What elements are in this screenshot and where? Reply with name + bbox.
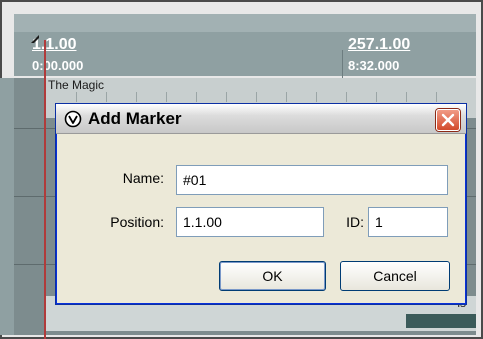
position-input[interactable]: 1.1.00 [176, 207, 324, 237]
app-icon [64, 110, 82, 128]
name-input[interactable]: #01 [176, 165, 448, 195]
waveform [406, 314, 476, 328]
ruler-positions: 1.1.00 0:00.000 257.1.00 8:32.000 [14, 32, 476, 94]
edit-cursor-line [44, 40, 46, 339]
marker-time-label: 8:32.000 [348, 58, 400, 73]
start-time-label: 0:00.000 [32, 58, 84, 73]
name-label: Name: [122, 170, 164, 186]
cancel-button[interactable]: Cancel [340, 261, 450, 291]
media-item-label: The Magic [48, 78, 105, 92]
grid-tick [316, 92, 317, 102]
ok-button[interactable]: OK [219, 261, 326, 291]
close-button[interactable] [436, 109, 460, 131]
grid-tick [256, 92, 257, 102]
grid-tick [346, 92, 347, 102]
add-marker-dialog: Add Marker Name: #01 Position: 1.1.00 ID… [55, 103, 467, 305]
close-icon [441, 113, 455, 127]
grid-tick [376, 92, 377, 102]
grid-tick [106, 92, 107, 102]
grid-tick [76, 92, 77, 102]
grid-tick [196, 92, 197, 102]
grid-tick [166, 92, 167, 102]
grid-tick [286, 92, 287, 102]
id-label: ID: [346, 214, 364, 230]
ruler-header [14, 14, 476, 32]
dialog-titlebar[interactable]: Add Marker [56, 104, 466, 134]
track-panel-strip[interactable] [0, 78, 14, 335]
grid-tick [136, 92, 137, 102]
timeline-ruler[interactable]: 1.1.00 0:00.000 257.1.00 8:32.000 [14, 14, 476, 94]
dialog-title: Add Marker [88, 109, 182, 128]
marker-beat-label: 257.1.00 [348, 36, 411, 53]
grid-tick [436, 92, 437, 102]
id-input[interactable]: 1 [368, 207, 448, 237]
playhead-triangle-icon [31, 35, 39, 43]
grid-tick [406, 92, 407, 102]
position-label: Position: [110, 214, 164, 230]
grid-tick [226, 92, 227, 102]
